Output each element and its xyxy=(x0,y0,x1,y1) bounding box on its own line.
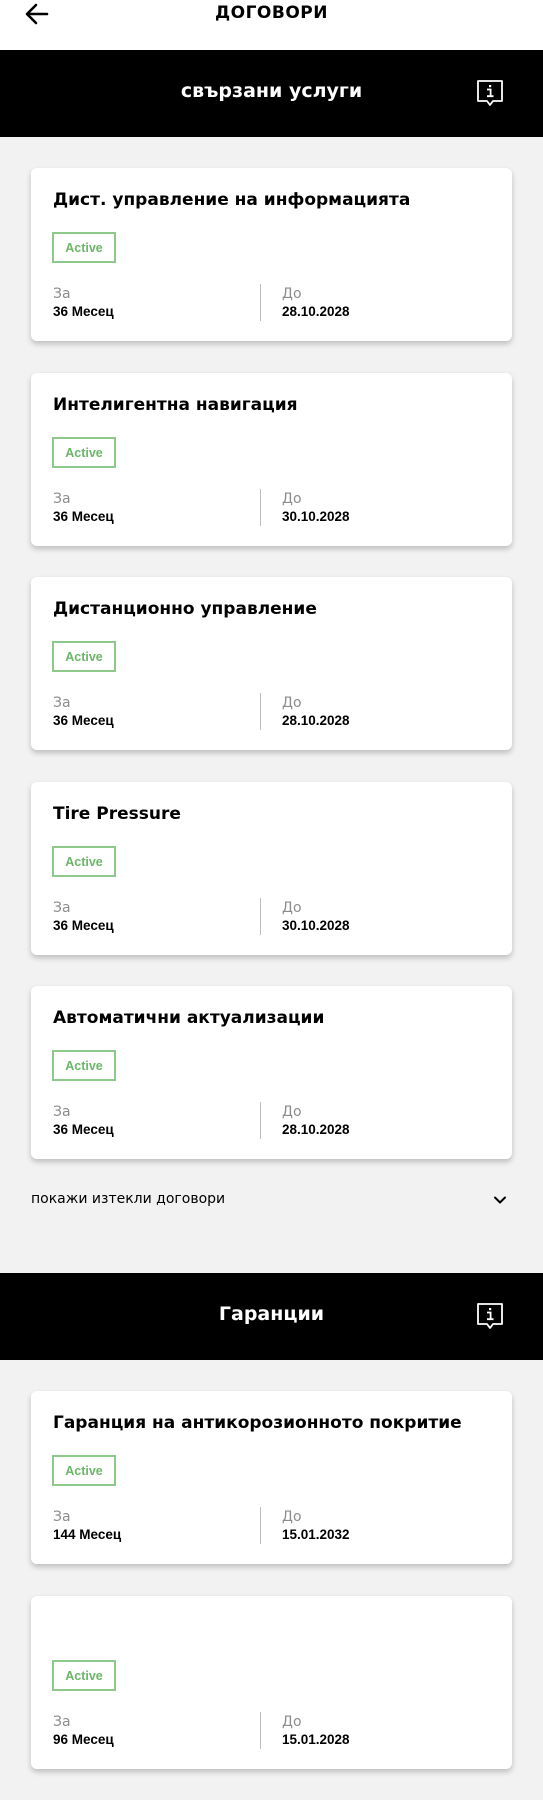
until-block: До 15.01.2028 xyxy=(282,1714,350,1748)
duration-label: За xyxy=(53,695,71,711)
divider xyxy=(260,693,261,730)
top-bar: ДОГОВОРИ xyxy=(0,0,543,50)
until-label: До xyxy=(282,1509,302,1525)
duration-block: За 36 Месец xyxy=(53,286,114,320)
card-title: Автоматични актуализации xyxy=(53,1008,325,1028)
divider xyxy=(260,1712,261,1749)
divider xyxy=(260,1102,261,1139)
duration-block: За 36 Месец xyxy=(53,1104,114,1138)
card-title: Интелигентна навигация xyxy=(53,395,298,415)
divider xyxy=(260,284,261,321)
until-block: До 28.10.2028 xyxy=(282,1104,350,1138)
until-block: До 30.10.2028 xyxy=(282,900,350,934)
info-speech-bubble-icon xyxy=(477,1303,503,1329)
divider xyxy=(260,1507,261,1544)
status-badge: Active xyxy=(52,1050,116,1081)
until-label: До xyxy=(282,286,302,302)
duration-label: За xyxy=(53,1714,71,1730)
until-label: До xyxy=(282,695,302,711)
until-value: 30.10.2028 xyxy=(282,918,350,933)
status-badge: Active xyxy=(52,1660,116,1691)
until-label: До xyxy=(282,900,302,916)
card-title: Дистанционно управление xyxy=(53,599,317,619)
duration-value: 36 Месец xyxy=(53,918,114,933)
until-label: До xyxy=(282,491,302,507)
status-badge: Active xyxy=(52,1455,116,1486)
until-block: До 28.10.2028 xyxy=(282,286,350,320)
duration-value: 36 Месец xyxy=(53,509,114,524)
duration-label: За xyxy=(53,491,71,507)
duration-label: За xyxy=(53,1509,71,1525)
duration-label: За xyxy=(53,1104,71,1120)
duration-block: За 36 Месец xyxy=(53,695,114,729)
contract-card[interactable]: Дистанционно управление Active За 36 Мес… xyxy=(31,577,512,750)
section-header-connected-services: свързани услуги xyxy=(0,50,543,137)
until-value: 15.01.2032 xyxy=(282,1527,350,1542)
status-badge: Active xyxy=(52,641,116,672)
until-value: 28.10.2028 xyxy=(282,713,350,728)
duration-block: За 144 Месец xyxy=(53,1509,121,1543)
warranty-card[interactable]: Гаранция на антикорозионното покритие Ac… xyxy=(31,1391,512,1564)
status-badge: Active xyxy=(52,437,116,468)
section-title: свързани услуги xyxy=(180,80,363,102)
until-value: 28.10.2028 xyxy=(282,1122,350,1137)
until-block: До 15.01.2032 xyxy=(282,1509,350,1543)
duration-block: За 36 Месец xyxy=(53,491,114,525)
card-title: Дист. управление на информацията xyxy=(53,190,411,210)
duration-block: За 96 Месец xyxy=(53,1714,114,1748)
duration-value: 36 Месец xyxy=(53,304,114,319)
duration-value: 36 Месец xyxy=(53,713,114,728)
duration-block: За 36 Месец xyxy=(53,900,114,934)
until-value: 15.01.2028 xyxy=(282,1732,350,1747)
warranty-card[interactable]: Active За 96 Месец До 15.01.2028 xyxy=(31,1596,512,1769)
divider xyxy=(260,898,261,935)
until-label: До xyxy=(282,1104,302,1120)
duration-label: За xyxy=(53,900,71,916)
card-title: Tire Pressure xyxy=(53,804,181,824)
until-value: 28.10.2028 xyxy=(282,304,350,319)
show-expired-contracts-toggle[interactable]: покажи изтекли договори xyxy=(31,1188,512,1214)
duration-value: 36 Месец xyxy=(53,1122,114,1137)
section-header-warranties: Гаранции xyxy=(0,1273,543,1360)
until-block: До 30.10.2028 xyxy=(282,491,350,525)
expired-toggle-label: покажи изтекли договори xyxy=(31,1191,226,1207)
duration-value: 144 Месец xyxy=(53,1527,122,1542)
info-button[interactable] xyxy=(476,1302,504,1330)
page-title: ДОГОВОРИ xyxy=(215,3,328,23)
divider xyxy=(260,489,261,526)
card-title: Гаранция на антикорозионното покритие xyxy=(53,1413,462,1433)
contract-card[interactable]: Дист. управление на информацията Active … xyxy=(31,168,512,341)
info-speech-bubble-icon xyxy=(477,80,503,106)
status-badge: Active xyxy=(52,846,116,877)
contract-card[interactable]: Автоматични актуализации Active За 36 Ме… xyxy=(31,986,512,1159)
contract-card[interactable]: Tire Pressure Active За 36 Месец До 30.1… xyxy=(31,782,512,955)
chevron-down-icon xyxy=(494,1196,506,1204)
info-button[interactable] xyxy=(476,79,504,107)
until-label: До xyxy=(282,1714,302,1730)
contract-card[interactable]: Интелигентна навигация Active За 36 Месе… xyxy=(31,373,512,546)
section-title: Гаранции xyxy=(218,1303,325,1325)
until-block: До 28.10.2028 xyxy=(282,695,350,729)
status-badge: Active xyxy=(52,232,116,263)
until-value: 30.10.2028 xyxy=(282,509,350,524)
duration-value: 96 Месец xyxy=(53,1732,114,1747)
duration-label: За xyxy=(53,286,71,302)
